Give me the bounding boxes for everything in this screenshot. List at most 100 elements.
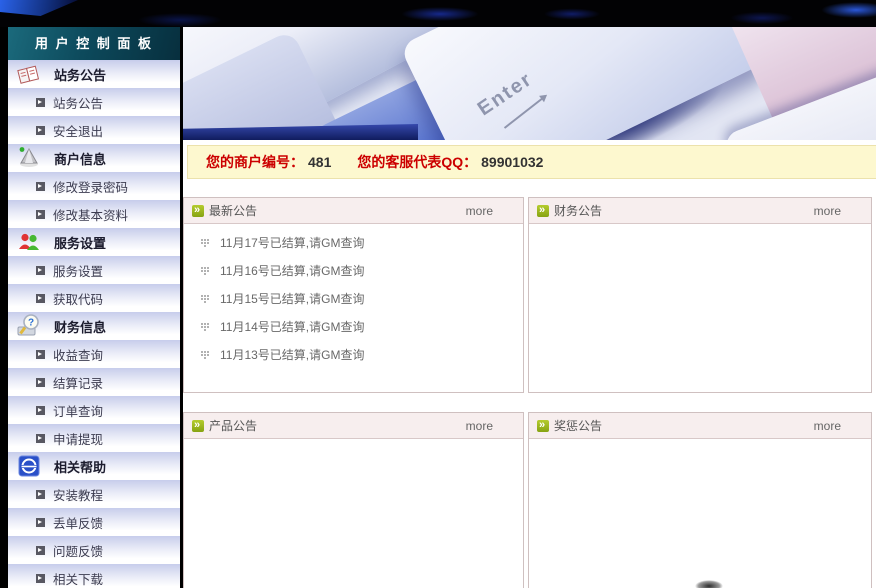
qq-label: 您的客服代表QQ： [357, 152, 477, 172]
square-arrow-bullet-icon [36, 294, 45, 303]
square-arrow-bullet-icon [36, 266, 45, 275]
sidebar-section-merchant-info[interactable]: 商户信息 [8, 144, 180, 172]
announcement-text: 11月13号已结算,请GM查询 [220, 346, 364, 363]
square-arrow-bullet-icon [36, 350, 45, 359]
announcement-text: 11月17号已结算,请GM查询 [220, 234, 364, 251]
panel-reward-punishment-announcements: 奖惩公告 more [528, 412, 872, 588]
panel-header: 奖惩公告 more [529, 413, 871, 439]
sidebar-item-withdraw-request[interactable]: 申请提现 [8, 424, 180, 452]
sidebar-item-get-code[interactable]: 获取代码 [8, 284, 180, 312]
sidebar-section-label: 服务设置 [54, 233, 106, 252]
more-link[interactable]: more [466, 419, 493, 433]
merchant-id-value: 481 [308, 154, 331, 170]
sidebar-item-label: 修改登录密码 [53, 177, 128, 196]
sidebar-item-issue-feedback[interactable]: 问题反馈 [8, 536, 180, 564]
sidebar-item-label: 问题反馈 [53, 541, 103, 560]
dots-bullet-icon [200, 349, 210, 359]
panel-title: 奖惩公告 [554, 417, 602, 434]
sidebar-item-label: 收益查询 [53, 345, 103, 364]
dots-bullet-icon [200, 321, 210, 331]
square-arrow-bullet-icon [36, 406, 45, 415]
square-arrow-bullet-icon [36, 546, 45, 555]
sidebar-item-label: 修改基本资料 [53, 205, 128, 224]
sidebar-item-install-tutorial[interactable]: 安装教程 [8, 480, 180, 508]
announcement-text: 11月15号已结算,请GM查询 [220, 290, 364, 307]
top-dark-banner [0, 0, 876, 27]
sidebar-item-label: 申请提现 [53, 429, 103, 448]
merchant-cone-icon [12, 145, 46, 171]
sidebar-item-settlement-records[interactable]: 结算记录 [8, 368, 180, 396]
finance-magnifier-icon: ? [12, 313, 46, 339]
sidebar-section-finance-info[interactable]: ? 财务信息 [8, 312, 180, 340]
sidebar-item-downloads[interactable]: 相关下载 [8, 564, 180, 588]
sidebar-item-label: 获取代码 [53, 289, 103, 308]
announcement-list: 11月17号已结算,请GM查询 11月16号已结算,请GM查询 11月15号已结… [184, 224, 523, 368]
sidebar-item-order-query[interactable]: 订单查询 [8, 396, 180, 424]
service-users-icon [12, 229, 46, 255]
sidebar-item-income-query[interactable]: 收益查询 [8, 340, 180, 368]
sidebar-section-site-announcements[interactable]: 站务公告 [8, 60, 180, 88]
list-item[interactable]: 11月17号已结算,请GM查询 [184, 228, 523, 256]
list-item[interactable]: 11月13号已结算,请GM查询 [184, 340, 523, 368]
help-globe-icon [12, 453, 46, 479]
keyboard-banner-image: Enter [183, 27, 876, 140]
panel-product-announcements: 产品公告 more [183, 412, 524, 588]
more-link[interactable]: more [814, 204, 841, 218]
panel-header: 财务公告 more [529, 198, 871, 224]
sidebar-item-label: 站务公告 [53, 93, 103, 112]
blue-swoosh-decoration [0, 0, 78, 16]
sidebar-item-label: 订单查询 [53, 401, 103, 420]
square-arrow-bullet-icon [36, 182, 45, 191]
sidebar-item-safe-logout[interactable]: 安全退出 [8, 116, 180, 144]
qq-number-value: 89901032 [481, 154, 543, 170]
sidebar-item-label: 安装教程 [53, 485, 103, 504]
enter-key-decoration [399, 27, 772, 140]
list-item[interactable]: 11月14号已结算,请GM查询 [184, 312, 523, 340]
sidebar-item-service-settings[interactable]: 服务设置 [8, 256, 180, 284]
sidebar-item-label: 丢单反馈 [53, 513, 103, 532]
sidebar-section-label: 财务信息 [54, 317, 106, 336]
sidebar-section-label: 商户信息 [54, 149, 106, 168]
square-arrow-bullet-icon [36, 518, 45, 527]
square-arrow-bullet-icon [36, 490, 45, 499]
panel-finance-announcements: 财务公告 more [528, 197, 872, 393]
square-arrow-bullet-icon [36, 98, 45, 107]
sidebar-item-lost-order-feedback[interactable]: 丢单反馈 [8, 508, 180, 536]
sidebar-item-label: 相关下载 [53, 569, 103, 588]
more-link[interactable]: more [466, 204, 493, 218]
double-chevron-icon [192, 205, 204, 217]
double-chevron-icon [537, 420, 549, 432]
list-item[interactable]: 11月16号已结算,请GM查询 [184, 256, 523, 284]
square-arrow-bullet-icon [36, 434, 45, 443]
dots-bullet-icon [200, 237, 210, 247]
double-chevron-icon [192, 420, 204, 432]
sidebar-item-label: 安全退出 [53, 121, 103, 140]
announcement-text: 11月16号已结算,请GM查询 [220, 262, 364, 279]
merchant-notice-bar: 您的商户编号： 481 您的客服代表QQ： 89901032 [187, 145, 876, 179]
panel-title: 财务公告 [554, 202, 602, 219]
more-link[interactable]: more [814, 419, 841, 433]
panel-header: 产品公告 more [184, 413, 523, 439]
main-content: Enter 您的商户编号： 481 您的客服代表QQ： 89901032 最新公… [183, 27, 876, 588]
cutoff-image-blob [695, 580, 723, 588]
panel-title: 产品公告 [209, 417, 257, 434]
sidebar-section-help[interactable]: 相关帮助 [8, 452, 180, 480]
square-arrow-bullet-icon [36, 126, 45, 135]
list-item[interactable]: 11月15号已结算,请GM查询 [184, 284, 523, 312]
sidebar-item-site-announcements[interactable]: 站务公告 [8, 88, 180, 116]
announcement-text: 11月14号已结算,请GM查询 [220, 318, 364, 335]
svg-text:?: ? [28, 318, 34, 329]
sidebar-item-change-password[interactable]: 修改登录密码 [8, 172, 180, 200]
sidebar-section-label: 站务公告 [54, 65, 106, 84]
double-chevron-icon [537, 205, 549, 217]
merchant-id-label: 您的商户编号： [206, 152, 304, 172]
dots-bullet-icon [200, 265, 210, 275]
sidebar-section-service-settings[interactable]: 服务设置 [8, 228, 180, 256]
square-arrow-bullet-icon [36, 574, 45, 583]
square-arrow-bullet-icon [36, 378, 45, 387]
announcements-book-icon [12, 61, 46, 87]
square-arrow-bullet-icon [36, 210, 45, 219]
sidebar-section-label: 相关帮助 [54, 457, 106, 476]
sidebar: 用 户 控 制 面 板 站务公告 站务公告 [8, 27, 180, 588]
sidebar-item-edit-profile[interactable]: 修改基本资料 [8, 200, 180, 228]
